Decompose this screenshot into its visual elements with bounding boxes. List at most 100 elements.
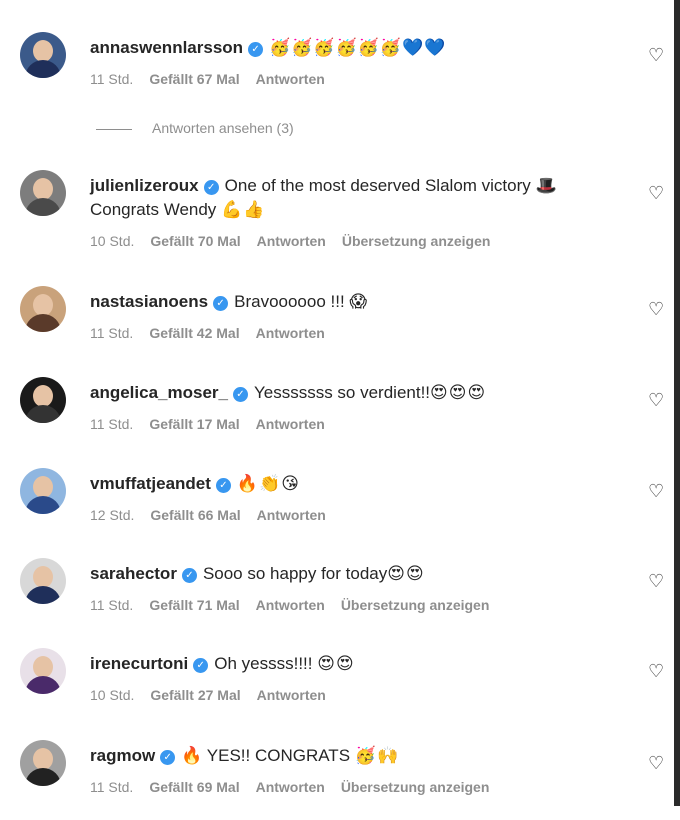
comment-emojis: 😍😍 xyxy=(387,564,425,583)
heart-outline-icon[interactable]: ♡ xyxy=(648,662,666,680)
reply-button[interactable]: Antworten xyxy=(256,325,325,341)
comment-item: sarahector ✓ Sooo so happy for today😍😍 11 … xyxy=(0,558,674,638)
verified-badge-icon: ✓ xyxy=(215,478,231,493)
comment-body: Oh yessss!!!! xyxy=(214,654,313,673)
comment-meta: 10 Std. Gefällt 27 Mal Antworten xyxy=(90,686,342,704)
like-count[interactable]: Gefällt 27 Mal xyxy=(150,687,240,703)
view-replies-button[interactable]: Antworten ansehen (3) xyxy=(96,119,294,137)
comment-meta: 11 Std. Gefällt 71 Mal Antworten Übersetzun… xyxy=(90,596,505,614)
comment-body: One of the most deserved Slalom victory xyxy=(224,176,531,195)
comment-meta: 11 Std. Gefällt 69 Mal Antworten Übersetzun… xyxy=(90,778,505,796)
translate-button[interactable]: Übersetzung anzeigen xyxy=(341,597,490,613)
like-count[interactable]: Gefällt 66 Mal xyxy=(150,507,240,523)
like-count[interactable]: Gefällt 71 Mal xyxy=(149,597,239,613)
avatar[interactable] xyxy=(20,648,66,694)
comment-time[interactable]: 11 Std. xyxy=(90,71,133,87)
like-count[interactable]: Gefällt 70 Mal xyxy=(150,233,240,249)
heart-outline-icon[interactable]: ♡ xyxy=(648,300,666,318)
comment-item: vmuffatjeandet ✓ 🔥👏😘 12 Std. Gefällt 66 Mal… xyxy=(0,468,674,548)
divider-dash xyxy=(96,128,132,130)
heart-outline-icon[interactable]: ♡ xyxy=(648,482,666,500)
avatar[interactable] xyxy=(20,32,66,78)
comment-text: nastasianoens ✓ Bravoooooo !!! 😱 xyxy=(90,290,614,314)
comment-time[interactable]: 11 Std. xyxy=(90,325,133,341)
comment-item: julienlizeroux ✓ One of the most deserved … xyxy=(0,170,674,250)
comment-body: Yesssssss so verdient!! xyxy=(253,383,431,402)
comment-meta: 10 Std. Gefällt 70 Mal Antworten Übersetzun… xyxy=(90,232,506,250)
comment-text: angelica_moser_ ✓ Yesssssss so verdient!!😍… xyxy=(90,381,614,405)
username-link[interactable]: sarahector xyxy=(90,564,177,583)
comment-text: ragmow ✓ 🔥 YES!! CONGRATS 🥳🙌 xyxy=(90,744,614,768)
avatar[interactable] xyxy=(20,468,66,514)
reply-button[interactable]: Antworten xyxy=(256,597,325,613)
heart-outline-icon[interactable]: ♡ xyxy=(648,184,666,202)
comment-emojis: 😍😍 xyxy=(317,654,355,673)
like-count[interactable]: Gefällt 67 Mal xyxy=(149,71,239,87)
reply-button[interactable]: Antworten xyxy=(257,687,326,703)
heart-outline-icon[interactable]: ♡ xyxy=(648,754,666,772)
comment-emojis: 🎩 xyxy=(535,176,558,195)
comment-meta: 11 Std. Gefällt 17 Mal Antworten xyxy=(90,415,341,433)
like-count[interactable]: Gefällt 17 Mal xyxy=(149,416,239,432)
comment-emojis-2: 💪👍 xyxy=(221,200,266,219)
comment-text: sarahector ✓ Sooo so happy for today😍😍 xyxy=(90,562,614,586)
username-link[interactable]: irenecurtoni xyxy=(90,654,188,673)
username-link[interactable]: julienlizeroux xyxy=(90,176,199,195)
avatar[interactable] xyxy=(20,558,66,604)
comment-text: vmuffatjeandet ✓ 🔥👏😘 xyxy=(90,472,614,496)
verified-badge-icon: ✓ xyxy=(213,296,229,311)
comment-text: annaswennlarsson ✓ 🥳🥳🥳🥳🥳🥳💙💙 xyxy=(90,36,614,60)
comment-text: julienlizeroux ✓ One of the most deserved … xyxy=(90,174,614,222)
username-link[interactable]: angelica_moser_ xyxy=(90,383,228,402)
username-link[interactable]: vmuffatjeandet xyxy=(90,474,211,493)
verified-badge-icon: ✓ xyxy=(232,387,248,402)
verified-badge-icon: ✓ xyxy=(160,750,176,765)
comment-meta: 11 Std. Gefällt 42 Mal Antworten xyxy=(90,324,341,342)
avatar[interactable] xyxy=(20,377,66,423)
comment-item: irenecurtoni ✓ Oh yessss!!!! 😍😍 10 Std. Gef… xyxy=(0,648,674,728)
comment-time[interactable]: 11 Std. xyxy=(90,597,133,613)
heart-outline-icon[interactable]: ♡ xyxy=(648,572,666,590)
reply-button[interactable]: Antworten xyxy=(257,233,326,249)
reply-button[interactable]: Antworten xyxy=(256,416,325,432)
like-count[interactable]: Gefällt 69 Mal xyxy=(149,779,239,795)
username-link[interactable]: ragmow xyxy=(90,746,155,765)
reply-button[interactable]: Antworten xyxy=(257,507,326,523)
verified-badge-icon: ✓ xyxy=(193,658,209,673)
comment-meta: 11 Std. Gefällt 67 Mal Antworten xyxy=(90,70,341,88)
avatar[interactable] xyxy=(20,286,66,332)
comment-body: Sooo so happy for today xyxy=(202,564,388,583)
comment-emojis: 🥳🥳🥳🥳🥳🥳💙💙 xyxy=(269,38,447,57)
comment-item: annaswennlarsson ✓ 🥳🥳🥳🥳🥳🥳💙💙 11 Std. Gefällt… xyxy=(0,32,674,112)
verified-badge-icon: ✓ xyxy=(181,568,197,583)
comment-emojis: 🔥👏😘 xyxy=(236,474,300,493)
comment-item: angelica_moser_ ✓ Yesssssss so verdient!!😍… xyxy=(0,377,674,457)
like-count[interactable]: Gefällt 42 Mal xyxy=(149,325,239,341)
verified-badge-icon: ✓ xyxy=(203,180,219,195)
comment-time[interactable]: 12 Std. xyxy=(90,507,134,523)
reply-button[interactable]: Antworten xyxy=(256,779,325,795)
translate-button[interactable]: Übersetzung anzeigen xyxy=(341,779,490,795)
comment-body-2: Congrats Wendy xyxy=(90,200,217,219)
username-link[interactable]: nastasianoens xyxy=(90,292,208,311)
comment-time[interactable]: 11 Std. xyxy=(90,416,133,432)
comment-time[interactable]: 10 Std. xyxy=(90,687,134,703)
comment-body: Bravoooooo !!! xyxy=(234,292,345,311)
comment-item: ragmow ✓ 🔥 YES!! CONGRATS 🥳🙌 11 Std. Gefäll… xyxy=(0,740,674,820)
window-edge xyxy=(674,0,680,806)
comment-meta: 12 Std. Gefällt 66 Mal Antworten xyxy=(90,506,342,524)
avatar[interactable] xyxy=(20,740,66,786)
comment-emojis: 😱 xyxy=(349,292,369,311)
comment-time[interactable]: 10 Std. xyxy=(90,233,134,249)
comment-body: 🔥 YES!! CONGRATS xyxy=(181,746,351,765)
comment-time[interactable]: 11 Std. xyxy=(90,779,133,795)
comment-item: nastasianoens ✓ Bravoooooo !!! 😱 11 Std. Ge… xyxy=(0,286,674,366)
translate-button[interactable]: Übersetzung anzeigen xyxy=(342,233,491,249)
heart-outline-icon[interactable]: ♡ xyxy=(648,46,666,64)
reply-button[interactable]: Antworten xyxy=(256,71,325,87)
view-replies-label: Antworten ansehen (3) xyxy=(152,120,294,136)
comment-emojis: 🥳🙌 xyxy=(354,746,400,765)
heart-outline-icon[interactable]: ♡ xyxy=(648,391,666,409)
avatar[interactable] xyxy=(20,170,66,216)
username-link[interactable]: annaswennlarsson xyxy=(90,38,243,57)
